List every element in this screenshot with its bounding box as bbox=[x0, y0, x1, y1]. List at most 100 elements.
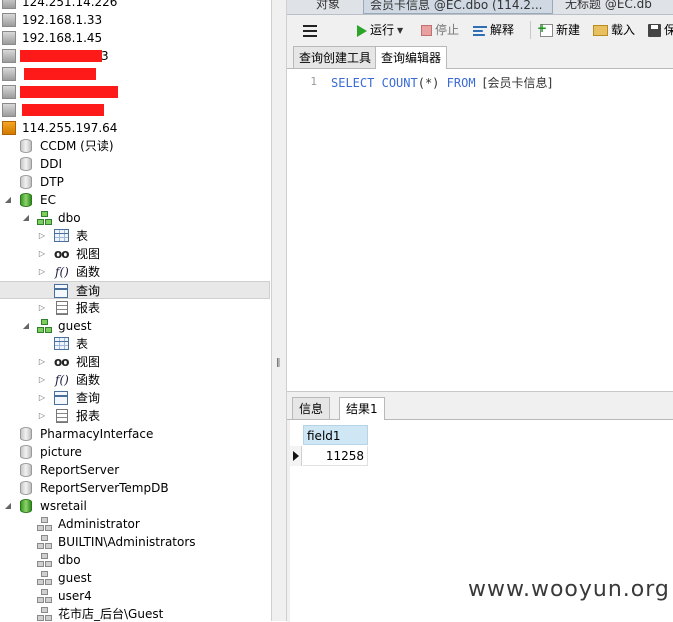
collapsed-arrow-icon[interactable]: ▷ bbox=[37, 371, 47, 389]
report-icon bbox=[56, 409, 68, 423]
tree-item-server-redacted[interactable]: 3 bbox=[0, 47, 271, 65]
tree-item-database[interactable]: DTP bbox=[0, 173, 271, 191]
tree-item-views[interactable]: ▷ oo 视图 bbox=[0, 353, 271, 371]
glasses-icon: oo bbox=[54, 355, 70, 369]
tree-item-queries-selected[interactable]: 查询 bbox=[0, 281, 270, 299]
tree-item-schema[interactable]: dbo bbox=[0, 551, 271, 569]
database-icon bbox=[20, 175, 32, 189]
database-icon bbox=[20, 481, 32, 495]
column-header-field1[interactable]: field1 bbox=[303, 425, 368, 445]
pane-splitter[interactable]: ‖ bbox=[271, 0, 287, 621]
collapsed-arrow-icon[interactable]: ▷ bbox=[37, 299, 47, 317]
collapsed-arrow-icon[interactable]: ▷ bbox=[37, 407, 47, 425]
tree-item-server-redacted[interactable] bbox=[0, 101, 271, 119]
table-icon bbox=[54, 337, 69, 350]
tree-item-database[interactable]: PharmacyInterface bbox=[0, 425, 271, 443]
tree-item-schema-dbo[interactable]: ◢ dbo bbox=[0, 209, 271, 227]
collapsed-arrow-icon[interactable] bbox=[37, 282, 47, 300]
redaction-bar bbox=[24, 68, 96, 80]
tab-objects[interactable]: 对象 bbox=[297, 0, 359, 14]
run-button[interactable]: 运行 ▼ bbox=[357, 21, 403, 39]
expanded-arrow-icon[interactable]: ◢ bbox=[21, 317, 31, 335]
collapsed-arrow-icon[interactable]: ▷ bbox=[37, 245, 47, 263]
expanded-arrow-icon[interactable]: ◢ bbox=[3, 497, 13, 515]
object-tree[interactable]: 124.251.14.226 192.168.1.33 192.168.1.45… bbox=[0, 0, 271, 621]
toolbar-separator bbox=[530, 21, 531, 39]
function-icon: f() bbox=[55, 265, 69, 279]
stop-button[interactable]: 停止 bbox=[421, 21, 459, 39]
load-button[interactable]: 载入 bbox=[593, 21, 635, 39]
collapsed-arrow-icon[interactable]: ▷ bbox=[37, 263, 47, 281]
schema-icon bbox=[37, 517, 52, 531]
tab-query-editor[interactable]: 查询编辑器 bbox=[375, 46, 448, 69]
tree-item-schema[interactable]: guest bbox=[0, 569, 271, 587]
tab-untitled[interactable]: 无标题 @EC.db bbox=[559, 0, 673, 14]
tree-item-reports[interactable]: ▷ 报表 bbox=[0, 407, 271, 425]
database-icon bbox=[20, 463, 32, 477]
tab-query-builder[interactable]: 查询创建工具 bbox=[293, 46, 378, 68]
tree-item-database[interactable]: CCDM (只读) bbox=[0, 137, 271, 155]
new-button[interactable]: 新建 bbox=[537, 19, 580, 39]
tree-item-functions[interactable]: ▷ f() 函数 bbox=[0, 371, 271, 389]
tree-item-tables[interactable]: 表 bbox=[0, 335, 271, 353]
tab-result1[interactable]: 结果1 bbox=[339, 397, 385, 420]
tree-item-server[interactable]: 192.168.1.33 bbox=[0, 11, 271, 29]
save-button[interactable]: 保 bbox=[648, 21, 673, 39]
row-selector-icon[interactable] bbox=[290, 446, 302, 466]
collapsed-arrow-icon[interactable]: ▷ bbox=[37, 353, 47, 371]
toolbar: 运行▼ 停止 解释 新建 载入 保 bbox=[287, 16, 673, 44]
server-connected-icon bbox=[2, 121, 16, 135]
tree-item-views[interactable]: ▷ oo 视图 bbox=[0, 245, 271, 263]
cell-field1[interactable]: 11258 bbox=[303, 446, 368, 466]
keyword-count: COUNT bbox=[381, 76, 418, 90]
tree-item-database[interactable]: ReportServerTempDB bbox=[0, 479, 271, 497]
server-icon bbox=[2, 49, 16, 63]
chevron-down-icon[interactable]: ▼ bbox=[397, 26, 403, 35]
tree-item-reports[interactable]: ▷ 报表 bbox=[0, 299, 271, 317]
query-icon bbox=[54, 284, 68, 298]
tree-item-schema[interactable]: Administrator bbox=[0, 515, 271, 533]
expanded-arrow-icon[interactable]: ◢ bbox=[3, 191, 13, 209]
tree-item-schema[interactable]: user4 bbox=[0, 587, 271, 605]
tab-query-membership-card[interactable]: 会员卡信息 @EC.dbo (114.2... bbox=[363, 0, 553, 14]
explain-icon bbox=[473, 24, 487, 37]
tree-item-server[interactable]: 192.168.1.45 bbox=[0, 29, 271, 47]
explain-button[interactable]: 解释 bbox=[473, 21, 514, 39]
tree-item-server-open[interactable]: 114.255.197.64 bbox=[0, 119, 271, 137]
server-icon bbox=[2, 85, 16, 99]
watermark: www.wooyun.org bbox=[468, 577, 670, 602]
tree-item-database[interactable]: picture bbox=[0, 443, 271, 461]
tree-item-database[interactable]: DDI bbox=[0, 155, 271, 173]
sql-code[interactable]: SELECT COUNT(*) FROM [会员卡信息] bbox=[331, 74, 552, 91]
sql-editor[interactable]: 1 SELECT COUNT(*) FROM [会员卡信息] bbox=[287, 69, 673, 391]
splitter-grip-icon[interactable]: ‖ bbox=[276, 357, 282, 369]
menu-button[interactable] bbox=[303, 21, 320, 39]
line-gutter: 1 bbox=[287, 69, 329, 391]
collapsed-arrow-icon[interactable]: ▷ bbox=[37, 389, 47, 407]
editor-tabs: 查询创建工具 查询编辑器 bbox=[287, 44, 673, 69]
tree-item-server-redacted[interactable] bbox=[0, 65, 271, 83]
redaction-bar bbox=[20, 86, 118, 98]
database-icon bbox=[20, 445, 32, 459]
tree-item-functions[interactable]: ▷ f() 函数 bbox=[0, 263, 271, 281]
tree-item-database-wsretail[interactable]: ◢ wsretail bbox=[0, 497, 271, 515]
tree-item-schema[interactable]: BUILTIN\Administrators bbox=[0, 533, 271, 551]
tree-item-schema-guest[interactable]: ◢ guest bbox=[0, 317, 271, 335]
tree-item-server-redacted[interactable] bbox=[0, 83, 271, 101]
keyword-select: SELECT bbox=[331, 76, 375, 90]
schema-icon bbox=[37, 535, 52, 549]
tree-item-tables[interactable]: ▷ 表 bbox=[0, 227, 271, 245]
tab-info[interactable]: 信息 bbox=[292, 397, 331, 419]
tree-item-database-ec[interactable]: ◢ EC bbox=[0, 191, 271, 209]
tree-item-schema[interactable]: 花市店_后台\Guest bbox=[0, 605, 271, 621]
expanded-arrow-icon[interactable]: ◢ bbox=[21, 209, 31, 227]
tree-item-database[interactable]: ReportServer bbox=[0, 461, 271, 479]
tree-item-queries[interactable]: ▷ 查询 bbox=[0, 389, 271, 407]
tree-item-server[interactable]: 124.251.14.226 bbox=[0, 0, 271, 11]
schema-icon bbox=[37, 607, 52, 621]
server-icon bbox=[2, 103, 16, 117]
server-icon bbox=[2, 0, 16, 9]
query-icon bbox=[54, 391, 68, 405]
glasses-icon: oo bbox=[54, 247, 70, 261]
collapsed-arrow-icon[interactable]: ▷ bbox=[37, 227, 47, 245]
